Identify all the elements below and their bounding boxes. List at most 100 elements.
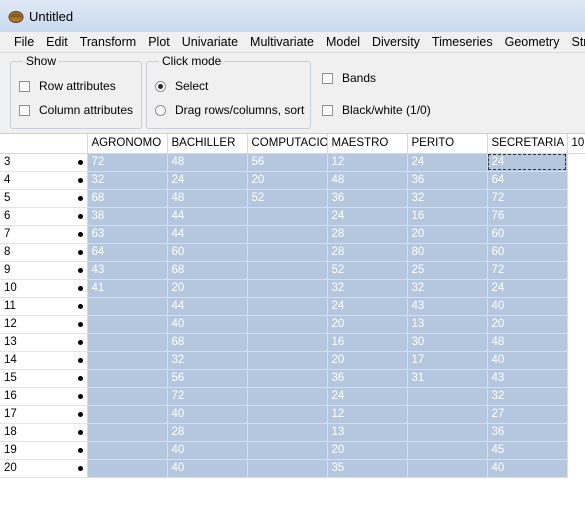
table-cell[interactable]: 64 — [87, 243, 168, 262]
empty-column-cell[interactable] — [567, 243, 585, 261]
table-cell[interactable]: 80 — [407, 243, 488, 262]
table-cell[interactable]: 28 — [327, 225, 408, 244]
menu-edit[interactable]: Edit — [40, 32, 74, 52]
column-header[interactable]: AGRONOMO — [87, 134, 168, 154]
table-cell[interactable]: 60 — [167, 243, 248, 262]
table-cell[interactable]: 48 — [327, 171, 408, 190]
table-cell[interactable]: 24 — [487, 153, 568, 172]
table-cell[interactable] — [87, 441, 168, 460]
bands-option[interactable]: Bands — [322, 71, 376, 85]
table-cell[interactable] — [407, 459, 488, 478]
menu-transform[interactable]: Transform — [74, 32, 143, 52]
table-cell[interactable] — [247, 459, 328, 478]
table-cell[interactable]: 32 — [87, 171, 168, 190]
table-cell[interactable]: 17 — [407, 351, 488, 370]
table-cell[interactable]: 72 — [487, 189, 568, 208]
table-cell[interactable] — [247, 297, 328, 316]
row-header[interactable]: 4 — [0, 171, 88, 190]
table-cell[interactable]: 72 — [167, 387, 248, 406]
table-cell[interactable] — [87, 459, 168, 478]
table-cell[interactable]: 64 — [487, 171, 568, 190]
table-cell[interactable]: 36 — [487, 423, 568, 442]
empty-column-cell[interactable] — [567, 153, 585, 171]
table-cell[interactable]: 40 — [487, 459, 568, 478]
menu-diversity[interactable]: Diversity — [366, 32, 426, 52]
empty-column-cell[interactable] — [567, 459, 585, 477]
table-cell[interactable]: 48 — [167, 153, 248, 172]
row-header[interactable]: 9 — [0, 261, 88, 280]
table-cell[interactable]: 63 — [87, 225, 168, 244]
table-cell[interactable]: 44 — [167, 297, 248, 316]
row-attributes-checkbox[interactable] — [19, 80, 30, 92]
table-cell[interactable] — [87, 423, 168, 442]
table-cell[interactable]: 68 — [167, 333, 248, 352]
table-cell[interactable]: 36 — [327, 189, 408, 208]
column-attributes-checkbox[interactable] — [19, 104, 30, 116]
table-cell[interactable]: 28 — [327, 243, 408, 262]
row-header[interactable]: 17 — [0, 405, 88, 424]
menu-plot[interactable]: Plot — [142, 32, 176, 52]
table-cell[interactable] — [87, 315, 168, 334]
table-cell[interactable]: 20 — [327, 441, 408, 460]
select-mode-option[interactable]: Select — [155, 79, 208, 93]
table-cell[interactable]: 31 — [407, 369, 488, 388]
row-header[interactable]: 3 — [0, 153, 88, 172]
empty-column-cell[interactable] — [567, 171, 585, 189]
table-cell[interactable]: 72 — [87, 153, 168, 172]
table-cell[interactable]: 48 — [167, 189, 248, 208]
empty-column-cell[interactable] — [567, 315, 585, 333]
table-cell[interactable] — [247, 351, 328, 370]
menu-file[interactable]: File — [0, 32, 40, 52]
table-cell[interactable]: 38 — [87, 207, 168, 226]
table-cell[interactable]: 40 — [487, 297, 568, 316]
table-cell[interactable]: 24 — [487, 279, 568, 298]
table-cell[interactable]: 20 — [487, 315, 568, 334]
table-cell[interactable]: 76 — [487, 207, 568, 226]
table-cell[interactable] — [247, 279, 328, 298]
table-cell[interactable]: 32 — [327, 279, 408, 298]
table-cell[interactable]: 40 — [167, 405, 248, 424]
column-header[interactable]: SECRETARIA — [487, 134, 568, 154]
table-cell[interactable]: 20 — [327, 315, 408, 334]
table-cell[interactable]: 43 — [487, 369, 568, 388]
drag-mode-option[interactable]: Drag rows/columns, sort — [155, 103, 304, 117]
table-cell[interactable]: 52 — [327, 261, 408, 280]
table-cell[interactable]: 40 — [487, 351, 568, 370]
table-cell[interactable]: 52 — [247, 189, 328, 208]
table-cell[interactable]: 32 — [487, 387, 568, 406]
empty-column-cell[interactable] — [567, 351, 585, 369]
black-white-option[interactable]: Black/white (1/0) — [322, 103, 431, 117]
row-header[interactable]: 16 — [0, 387, 88, 406]
empty-column-cell[interactable] — [567, 189, 585, 207]
empty-column-cell[interactable] — [567, 441, 585, 459]
table-cell[interactable]: 56 — [167, 369, 248, 388]
table-cell[interactable]: 16 — [327, 333, 408, 352]
row-header[interactable]: 6 — [0, 207, 88, 226]
table-cell[interactable]: 16 — [407, 207, 488, 226]
table-cell[interactable]: 28 — [167, 423, 248, 442]
empty-column-cell[interactable] — [567, 207, 585, 225]
row-attributes-option[interactable]: Row attributes — [19, 79, 116, 93]
table-cell[interactable] — [87, 387, 168, 406]
table-cell[interactable]: 56 — [247, 153, 328, 172]
table-cell[interactable] — [247, 387, 328, 406]
table-cell[interactable]: 72 — [487, 261, 568, 280]
column-header[interactable]: BACHILLER — [167, 134, 248, 154]
table-cell[interactable]: 40 — [167, 459, 248, 478]
row-header[interactable]: 5 — [0, 189, 88, 208]
table-cell[interactable]: 24 — [167, 171, 248, 190]
bands-checkbox[interactable] — [322, 72, 333, 84]
row-header[interactable]: 15 — [0, 369, 88, 388]
table-cell[interactable] — [407, 405, 488, 424]
empty-column-cell[interactable] — [567, 405, 585, 423]
table-cell[interactable]: 43 — [407, 297, 488, 316]
table-cell[interactable]: 20 — [247, 171, 328, 190]
table-cell[interactable]: 48 — [487, 333, 568, 352]
row-header[interactable]: 13 — [0, 333, 88, 352]
row-header[interactable]: 7 — [0, 225, 88, 244]
table-cell[interactable]: 13 — [407, 315, 488, 334]
table-cell[interactable]: 36 — [327, 369, 408, 388]
black-white-checkbox[interactable] — [322, 104, 333, 116]
table-cell[interactable] — [407, 423, 488, 442]
table-cell[interactable] — [87, 333, 168, 352]
